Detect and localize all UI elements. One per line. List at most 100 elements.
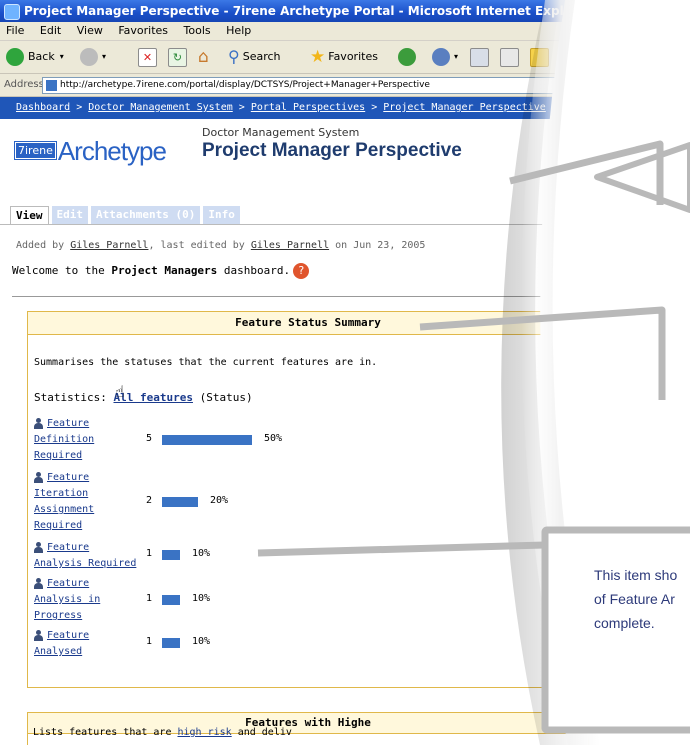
status-link[interactable]: Feature	[47, 418, 89, 429]
high-risk-link[interactable]: high risk	[178, 727, 232, 738]
back-button[interactable]: Back ▾	[6, 47, 64, 67]
high-risk-description: Lists features that are high risk and de…	[33, 727, 292, 738]
breadcrumb-dashboard[interactable]: Dashboard	[16, 102, 70, 113]
menu-file[interactable]: File	[6, 24, 24, 37]
person-icon	[34, 577, 43, 589]
status-link[interactable]: Feature	[47, 630, 89, 641]
tab-attachments[interactable]: Attachments (0)	[91, 206, 201, 224]
history-button[interactable]	[398, 47, 420, 67]
tab-view[interactable]: View	[10, 206, 49, 224]
back-arrow-icon	[6, 48, 24, 66]
mail-icon	[432, 48, 450, 66]
menu-bar: File Edit View Favorites Tools Help	[0, 22, 690, 41]
welcome-text: Welcome to the Project Managers dashboar…	[12, 263, 310, 279]
mail-button[interactable]: ▾	[432, 47, 458, 67]
print-button[interactable]	[470, 47, 489, 67]
statistics-line: Statistics: All features (Status)	[34, 391, 253, 404]
page-metadata: Added by Giles Parnell, last edited by G…	[16, 240, 426, 251]
space-name: Doctor Management System	[202, 126, 360, 139]
help-icon[interactable]: ?	[293, 263, 310, 279]
window-title: Project Manager Perspective - 7irene Arc…	[24, 4, 592, 18]
hand-cursor-icon: ☝	[115, 382, 125, 401]
status-bar	[162, 435, 252, 445]
print-icon	[470, 47, 489, 67]
toolbar: Back ▾ ▾ ✕ ↻ ⌂ ⚲ Search ★ Favorites ▾ ⚉	[0, 41, 690, 74]
panel-summary: Summarises the statuses that the current…	[34, 357, 378, 368]
menu-view[interactable]: View	[77, 24, 103, 37]
star-icon: ★	[310, 47, 326, 67]
person-icon	[34, 417, 43, 429]
edit-icon	[500, 47, 519, 67]
chevron-down-icon: ▾	[454, 52, 459, 61]
edit-date: Jun 23, 2005	[353, 240, 426, 251]
address-label: Address	[4, 79, 44, 90]
tab-info[interactable]: Info	[203, 206, 240, 224]
status-bar	[162, 595, 180, 605]
breadcrumb: Dashboard > Doctor Management System > P…	[0, 97, 690, 119]
status-count: 2	[146, 495, 153, 506]
address-bar: Address http://archetype.7irene.com/port…	[0, 74, 690, 97]
status-link[interactable]: Feature	[47, 578, 89, 589]
menu-tools[interactable]: Tools	[184, 24, 211, 37]
breadcrumb-current: View	[563, 102, 588, 113]
callout-text: This item sho of Feature Ar complete.	[594, 567, 678, 631]
person-icon	[34, 541, 43, 553]
page-title: Project Manager Perspective	[202, 140, 462, 161]
search-icon: ⚲	[228, 47, 240, 66]
tab-edit[interactable]: Edit	[51, 206, 88, 224]
tab-divider	[0, 224, 690, 225]
folder-button[interactable]	[530, 47, 549, 67]
archetype-logo[interactable]: 7irene Archetype	[14, 135, 167, 165]
status-percent: 10%	[192, 593, 211, 604]
breadcrumb-doctor-management-system[interactable]: Doctor Management System	[88, 102, 233, 113]
status-count: 1	[146, 593, 153, 604]
person-icon	[34, 629, 43, 641]
editor-link[interactable]: Giles Parnell	[251, 240, 329, 251]
status-link[interactable]: Feature	[47, 542, 89, 553]
stop-button[interactable]: ✕	[138, 47, 157, 67]
status-bar	[162, 550, 180, 560]
search-button[interactable]: ⚲ Search	[228, 47, 281, 67]
messenger-icon: ⚉	[560, 47, 575, 66]
panel-title: Feature Status Summary	[28, 312, 588, 335]
folder-icon	[530, 47, 549, 67]
logo-seven: 7irene	[14, 141, 57, 160]
divider	[12, 296, 572, 297]
all-features-link[interactable]: All features	[113, 391, 192, 404]
feature-status-panel: Feature Status Summary Summarises the st…	[27, 311, 589, 688]
breadcrumb-project-manager-perspective[interactable]: Project Manager Perspective	[383, 102, 546, 113]
messenger-button[interactable]: ⚉	[560, 47, 574, 67]
status-count: 1	[146, 548, 153, 559]
status-count: 1	[146, 636, 153, 647]
status-bar	[162, 638, 180, 648]
page-icon	[46, 80, 57, 91]
menu-edit[interactable]: Edit	[40, 24, 61, 37]
address-input[interactable]: http://archetype.7irene.com/portal/displ…	[42, 77, 684, 94]
history-icon	[398, 48, 416, 66]
browser-window: Project Manager Perspective - 7irene Arc…	[0, 0, 690, 745]
forward-button[interactable]: ▾	[80, 47, 106, 67]
breadcrumb-portal-perspectives[interactable]: Portal Perspectives	[251, 102, 365, 113]
menu-help[interactable]: Help	[226, 24, 251, 37]
status-count: 5	[146, 433, 153, 444]
menu-favorites[interactable]: Favorites	[118, 24, 168, 37]
status-bar	[162, 497, 198, 507]
home-icon: ⌂	[198, 47, 209, 67]
favorites-button[interactable]: ★ Favorites	[310, 47, 378, 67]
forward-arrow-icon	[80, 48, 98, 66]
chevron-down-icon: ▾	[102, 52, 107, 61]
address-url: http://archetype.7irene.com/portal/displ…	[60, 80, 430, 90]
status-percent: 20%	[210, 495, 229, 506]
ie-icon	[4, 4, 20, 20]
chevron-down-icon: ▾	[59, 52, 64, 61]
author-link[interactable]: Giles Parnell	[70, 240, 148, 251]
refresh-button[interactable]: ↻	[168, 47, 187, 67]
status-percent: 50%	[264, 433, 283, 444]
stop-icon: ✕	[138, 47, 157, 67]
window-titlebar[interactable]: Project Manager Perspective - 7irene Arc…	[0, 0, 690, 22]
person-icon	[34, 471, 43, 483]
status-link[interactable]: Feature	[47, 472, 89, 483]
home-button[interactable]: ⌂	[198, 47, 209, 67]
edit-button[interactable]	[500, 47, 519, 67]
refresh-icon: ↻	[168, 47, 187, 67]
